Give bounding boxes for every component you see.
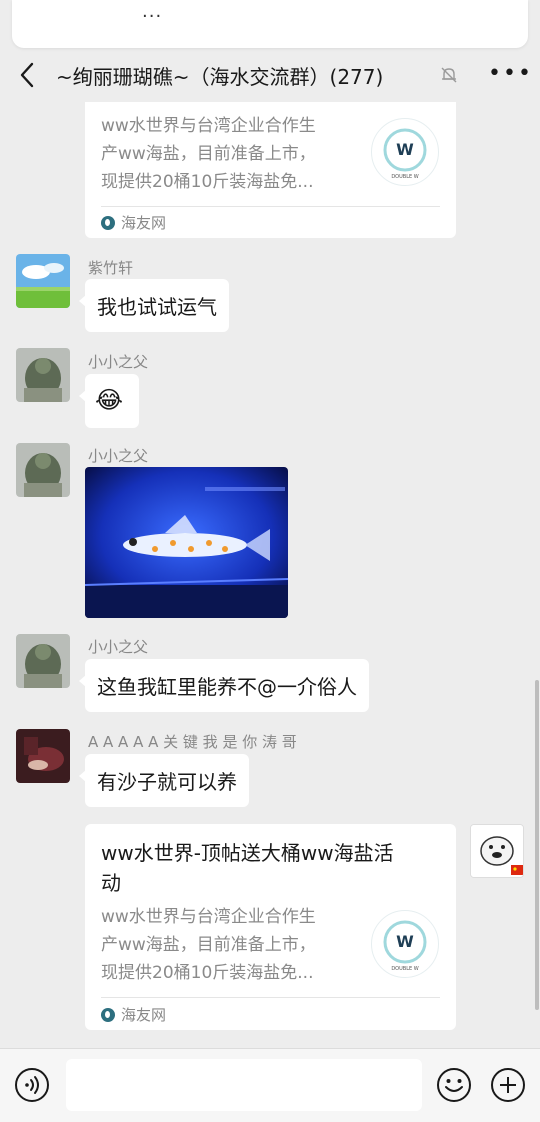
- card-source-label: 海友网: [121, 214, 167, 232]
- card-source: 海友网: [101, 1004, 166, 1025]
- card-desc-line: 产ww海盐，目前准备上市，: [101, 935, 316, 955]
- svg-text:W: W: [396, 932, 414, 951]
- card-thumbnail: W DOUBLE W: [371, 910, 439, 978]
- card-desc-line: 产ww海盐，目前准备上市，: [101, 144, 316, 164]
- message-bubble[interactable]: 这鱼我缸里能养不@一介俗人: [79, 659, 369, 712]
- scrollbar[interactable]: [535, 680, 539, 1010]
- source-icon: [101, 215, 115, 230]
- message-bubble[interactable]: 有沙子就可以养: [79, 754, 249, 807]
- card-desc-line: 现提供20桶10斤装海盐免...: [101, 172, 314, 192]
- input-bar: [0, 1048, 540, 1122]
- card-desc-line: ww水世界与台湾企业合作生: [101, 907, 316, 927]
- svg-text:DOUBLE W: DOUBLE W: [391, 174, 418, 180]
- card-title-line: ww水世界-顶帖送大桶ww海盐活: [101, 841, 394, 865]
- image-message[interactable]: [85, 467, 288, 618]
- card-divider: [101, 997, 440, 998]
- sender-name: 紫竹轩: [88, 259, 134, 277]
- card-title-line: 动: [101, 871, 121, 895]
- mute-bell-icon: [441, 67, 457, 83]
- back-arrow-icon[interactable]: [14, 60, 40, 90]
- source-icon: [101, 1007, 115, 1022]
- plus-icon[interactable]: [490, 1067, 526, 1103]
- laughing-emoji-icon: 😂: [95, 386, 124, 414]
- sender-name: 小小之父: [88, 353, 149, 371]
- avatar[interactable]: [16, 348, 70, 402]
- message-list[interactable]: ww水世界与台湾企业合作生 产ww海盐，目前准备上市， 现提供20桶10斤装海盐…: [0, 102, 540, 1048]
- group-title: ~绚丽珊瑚礁~（海水交流群）(277): [56, 65, 384, 89]
- floating-window-bar[interactable]: ···: [12, 0, 528, 48]
- link-card[interactable]: ww水世界-顶帖送大桶ww海盐活 动 ww水世界与台湾企业合作生 产ww海盐，目…: [85, 824, 456, 1030]
- sender-name: 小小之父: [88, 638, 149, 656]
- card-divider: [101, 206, 440, 207]
- avatar[interactable]: [16, 254, 70, 308]
- emoji-icon[interactable]: [436, 1067, 472, 1103]
- chat-header: ~绚丽珊瑚礁~（海水交流群）(277) •••: [0, 50, 540, 102]
- avatar[interactable]: [16, 729, 70, 783]
- more-options-icon[interactable]: •••: [488, 61, 533, 86]
- card-source: 海友网: [101, 212, 166, 233]
- sender-name: 小小之父: [88, 447, 149, 465]
- voice-input-icon[interactable]: [14, 1067, 50, 1103]
- card-desc-line: 现提供20桶10斤装海盐免...: [101, 963, 314, 983]
- avatar[interactable]: [16, 443, 70, 497]
- more-dots-icon[interactable]: ···: [142, 6, 162, 27]
- self-avatar[interactable]: [470, 824, 524, 878]
- message-bubble[interactable]: 我也试试运气: [79, 279, 229, 332]
- link-card[interactable]: ww水世界与台湾企业合作生 产ww海盐，目前准备上市， 现提供20桶10斤装海盐…: [85, 102, 456, 238]
- double-w-logo: W DOUBLE W: [383, 920, 427, 972]
- fish-photo: [85, 467, 288, 618]
- svg-text:DOUBLE W: DOUBLE W: [391, 966, 418, 972]
- message-input[interactable]: [66, 1059, 422, 1111]
- avatar[interactable]: [16, 634, 70, 688]
- card-thumbnail: W DOUBLE W: [371, 118, 439, 186]
- card-source-label: 海友网: [121, 1006, 167, 1024]
- svg-text:W: W: [396, 140, 414, 159]
- double-w-logo: W DOUBLE W: [383, 128, 427, 180]
- card-desc-line: ww水世界与台湾企业合作生: [101, 116, 316, 136]
- message-bubble[interactable]: 😂: [79, 374, 139, 428]
- sender-name: A A A A A 关 键 我 是 你 涛 哥: [88, 733, 297, 751]
